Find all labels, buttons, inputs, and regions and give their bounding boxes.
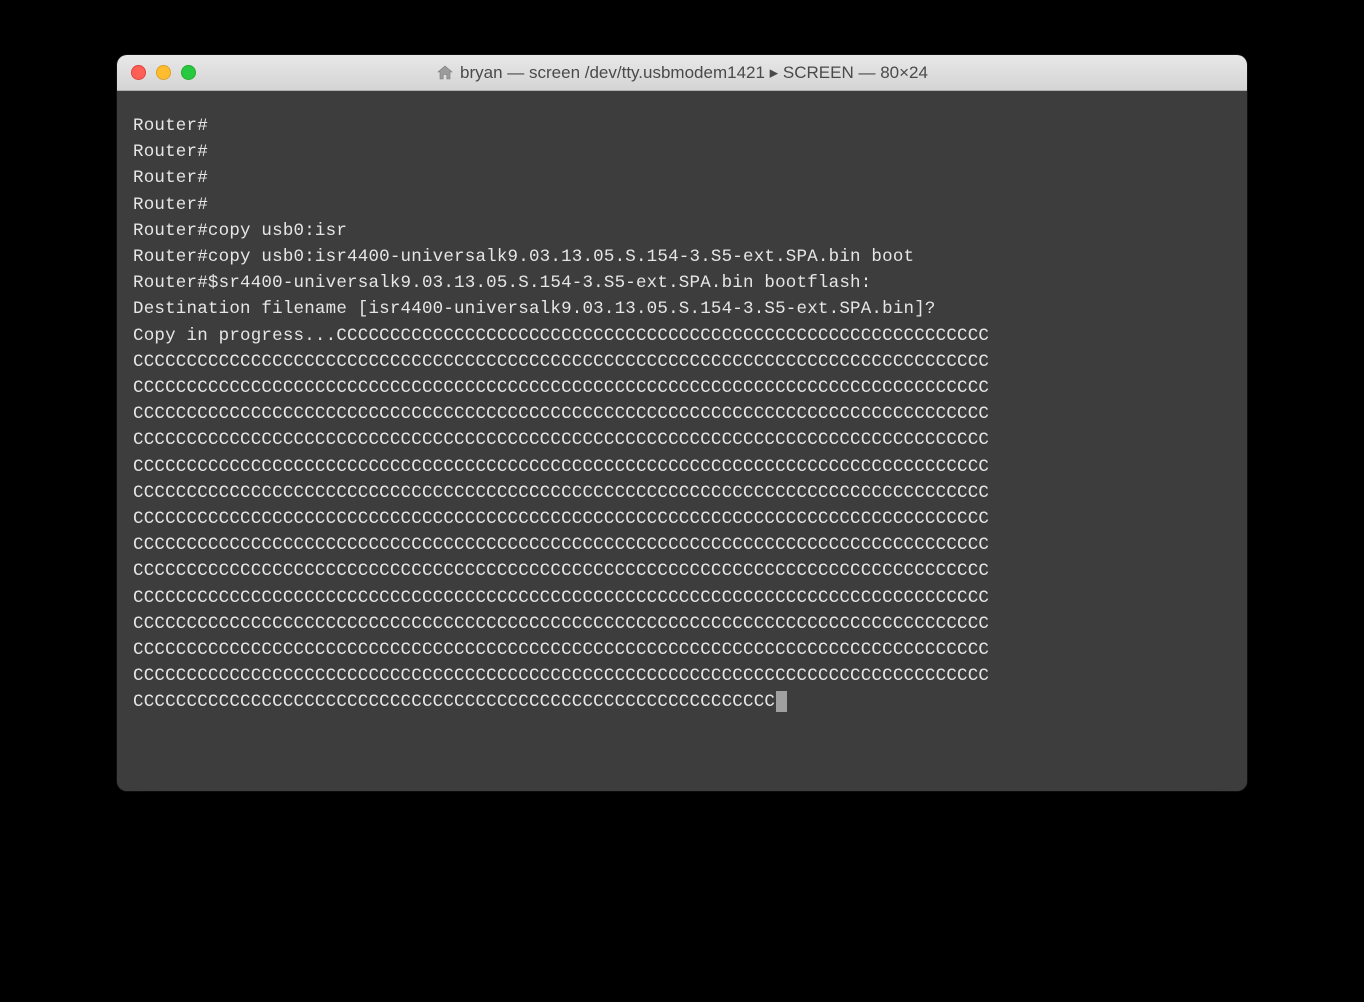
window-title: bryan — screen /dev/tty.usbmodem1421 ▸ S… <box>460 63 928 83</box>
terminal-line: Copy in progress...CCCCCCCCCCCCCCCCCCCCC… <box>133 326 989 346</box>
terminal-line: CCCCCCCCCCCCCCCCCCCCCCCCCCCCCCCCCCCCCCCC… <box>133 692 775 712</box>
close-button[interactable] <box>131 65 146 80</box>
title-text-wrap: bryan — screen /dev/tty.usbmodem1421 ▸ S… <box>117 63 1247 83</box>
terminal-line: Router# <box>133 168 208 188</box>
terminal-line: Router#$sr4400-universalk9.03.13.05.S.15… <box>133 273 871 293</box>
traffic-lights <box>131 65 196 80</box>
terminal-line: Router# <box>133 195 208 215</box>
terminal-line: CCCCCCCCCCCCCCCCCCCCCCCCCCCCCCCCCCCCCCCC… <box>133 640 989 660</box>
terminal-line: CCCCCCCCCCCCCCCCCCCCCCCCCCCCCCCCCCCCCCCC… <box>133 457 989 477</box>
terminal-line: CCCCCCCCCCCCCCCCCCCCCCCCCCCCCCCCCCCCCCCC… <box>133 588 989 608</box>
terminal-line: CCCCCCCCCCCCCCCCCCCCCCCCCCCCCCCCCCCCCCCC… <box>133 483 989 503</box>
terminal-line: CCCCCCCCCCCCCCCCCCCCCCCCCCCCCCCCCCCCCCCC… <box>133 535 989 555</box>
terminal-line: Router#copy usb0:isr4400-universalk9.03.… <box>133 247 914 267</box>
title-bar[interactable]: bryan — screen /dev/tty.usbmodem1421 ▸ S… <box>117 55 1247 91</box>
terminal-line: CCCCCCCCCCCCCCCCCCCCCCCCCCCCCCCCCCCCCCCC… <box>133 666 989 686</box>
zoom-button[interactable] <box>181 65 196 80</box>
terminal-line: CCCCCCCCCCCCCCCCCCCCCCCCCCCCCCCCCCCCCCCC… <box>133 352 989 372</box>
terminal-line: CCCCCCCCCCCCCCCCCCCCCCCCCCCCCCCCCCCCCCCC… <box>133 378 989 398</box>
terminal-output: Router# Router# Router# Router# Router#c… <box>133 113 1231 716</box>
terminal-line: CCCCCCCCCCCCCCCCCCCCCCCCCCCCCCCCCCCCCCCC… <box>133 430 989 450</box>
minimize-button[interactable] <box>156 65 171 80</box>
terminal-line: CCCCCCCCCCCCCCCCCCCCCCCCCCCCCCCCCCCCCCCC… <box>133 561 989 581</box>
cursor-block <box>776 691 787 712</box>
terminal-line: Router# <box>133 116 208 136</box>
terminal-line: CCCCCCCCCCCCCCCCCCCCCCCCCCCCCCCCCCCCCCCC… <box>133 614 989 634</box>
home-icon <box>436 64 454 82</box>
terminal-line: Router# <box>133 142 208 162</box>
terminal-body[interactable]: Router# Router# Router# Router# Router#c… <box>117 91 1247 791</box>
terminal-line: Destination filename [isr4400-universalk… <box>133 299 936 319</box>
terminal-line: Router#copy usb0:isr <box>133 221 347 241</box>
terminal-line: CCCCCCCCCCCCCCCCCCCCCCCCCCCCCCCCCCCCCCCC… <box>133 509 989 529</box>
terminal-window: bryan — screen /dev/tty.usbmodem1421 ▸ S… <box>117 55 1247 791</box>
terminal-line: CCCCCCCCCCCCCCCCCCCCCCCCCCCCCCCCCCCCCCCC… <box>133 404 989 424</box>
